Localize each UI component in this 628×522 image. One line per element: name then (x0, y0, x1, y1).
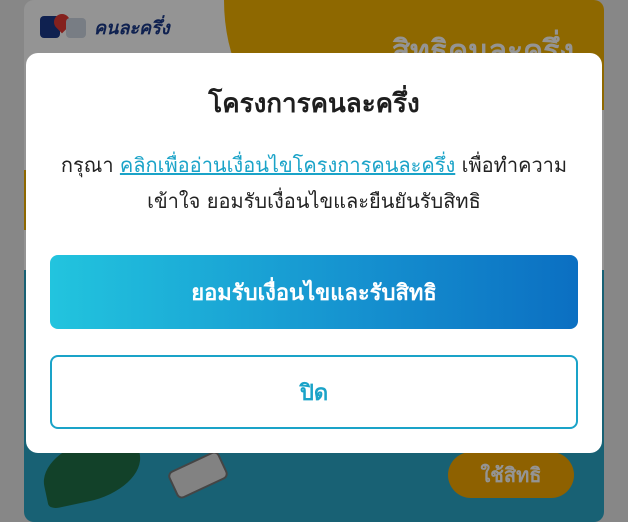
dialog-message: กรุณา คลิกเพื่ออ่านเงื่อนไขโครงการคนละคร… (56, 147, 572, 219)
screen: คนละครึ่ง สิทธิคนละครึ่ง ใช้สิทธิ โครงกา… (0, 0, 628, 522)
message-prefix: กรุณา (60, 153, 120, 177)
accept-terms-button[interactable]: ยอมรับเงื่อนไขและรับสิทธิ (50, 255, 578, 329)
dialog-title: โครงการคนละครึ่ง (208, 89, 420, 119)
terms-link[interactable]: คลิกเพื่ออ่านเงื่อนไขโครงการคนละครึ่ง (120, 153, 455, 177)
close-button[interactable]: ปิด (50, 355, 578, 429)
terms-dialog: โครงการคนละครึ่ง กรุณา คลิกเพื่ออ่านเงื่… (26, 53, 602, 453)
